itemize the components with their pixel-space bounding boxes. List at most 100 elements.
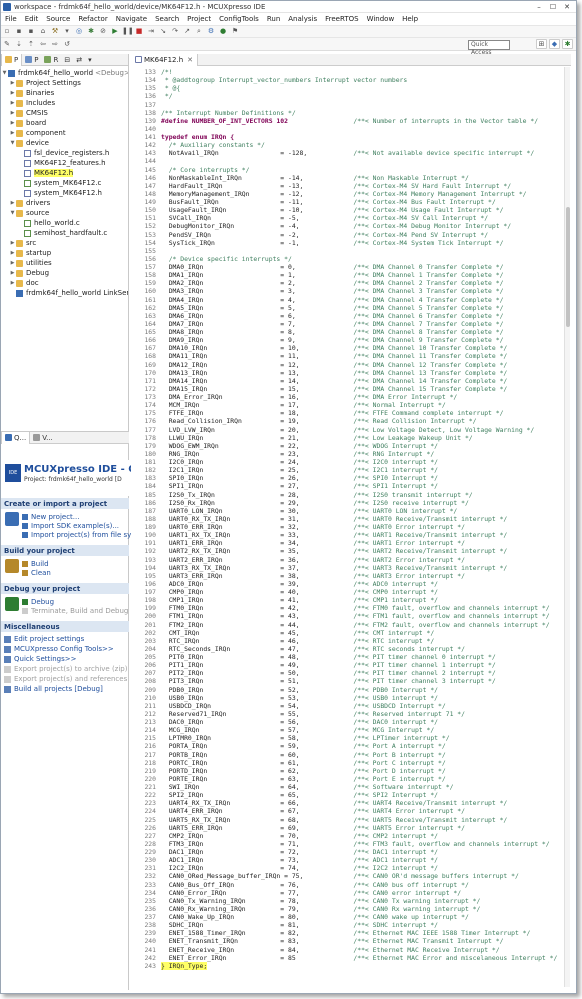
misc-item[interactable]: Quick Settings>> xyxy=(1,654,129,664)
close-tab-icon[interactable]: ✕ xyxy=(187,56,193,64)
view-menu-icon[interactable]: ▾ xyxy=(85,56,95,64)
section-header[interactable]: Create or import a project xyxy=(1,498,129,509)
new-icon[interactable]: ▫ xyxy=(2,27,12,36)
tree-item[interactable]: ▶ Project Settings xyxy=(1,78,128,88)
close-button[interactable]: ✕ xyxy=(560,2,574,12)
open-perspective-icon[interactable]: ⊞ xyxy=(536,39,547,49)
tree-item[interactable]: system_MK64F12.h xyxy=(1,188,128,198)
expand-icon[interactable]: ▼ xyxy=(9,140,16,146)
menu-item-analysis[interactable]: Analysis xyxy=(284,15,321,23)
search-icon[interactable]: ⌕ xyxy=(194,27,204,36)
tree-item[interactable]: semihost_hardfault.c xyxy=(1,228,128,238)
config-tools-icon[interactable]: ⚙ xyxy=(206,27,216,36)
step-return-icon[interactable]: ↗ xyxy=(182,27,192,36)
save-icon[interactable]: ▪ xyxy=(14,27,24,36)
menu-item-configtools[interactable]: ConfigTools xyxy=(215,15,263,23)
last-edit-icon[interactable]: ↺ xyxy=(62,40,72,49)
tree-item[interactable]: ▶ src xyxy=(1,238,128,248)
prev-annotation-icon[interactable]: ⇡ xyxy=(26,40,36,49)
tree-item[interactable]: frdmk64f_hello_world LinkServer xyxy=(1,288,128,298)
step-into-icon[interactable]: ↘ xyxy=(158,27,168,36)
menu-item-window[interactable]: Window xyxy=(363,15,399,23)
tree-item[interactable]: ▶ CMSIS xyxy=(1,108,128,118)
expand-icon[interactable]: ▶ xyxy=(9,270,16,276)
expand-icon[interactable]: ▶ xyxy=(9,80,16,86)
tree-item[interactable]: ▶ utilities xyxy=(1,258,128,268)
menu-item-edit[interactable]: Edit xyxy=(21,15,43,23)
tree-item[interactable]: ▶ Binaries xyxy=(1,88,128,98)
expand-icon[interactable]: ▼ xyxy=(9,210,16,216)
debug-perspective-icon[interactable]: ✱ xyxy=(562,39,573,49)
menu-item-source[interactable]: Source xyxy=(42,15,74,23)
menu-item-help[interactable]: Help xyxy=(398,15,422,23)
pin-icon[interactable]: ✎ xyxy=(2,40,12,49)
resume-icon[interactable]: ▶ xyxy=(110,27,120,36)
terminate-icon[interactable]: ■ xyxy=(134,27,144,36)
quickstart-action[interactable]: Import SDK example(s)... xyxy=(22,521,131,530)
menu-item-navigate[interactable]: Navigate xyxy=(112,15,151,23)
menu-item-refactor[interactable]: Refactor xyxy=(74,15,111,23)
tab-quickstart[interactable]: Q... xyxy=(1,431,31,444)
tree-item[interactable]: ▶ drivers xyxy=(1,198,128,208)
editor-tab[interactable]: MK64F12.h ✕ xyxy=(131,53,199,66)
tree-item[interactable]: ▶ startup xyxy=(1,248,128,258)
forward-icon[interactable]: ⇨ xyxy=(50,40,60,49)
misc-item[interactable]: Edit project settings xyxy=(1,634,129,644)
menu-item-freertos[interactable]: FreeRTOS xyxy=(321,15,362,23)
expand-icon[interactable]: ▶ xyxy=(9,90,16,96)
quickstart-action[interactable]: New project... xyxy=(22,512,131,521)
home-icon[interactable]: ⌂ xyxy=(38,27,48,36)
tree-item[interactable]: ▶ component xyxy=(1,128,128,138)
tree-item-root[interactable]: ▼ frdmk64f_hello_world <Debug> xyxy=(1,68,128,78)
tab-registers[interactable]: R xyxy=(41,56,61,64)
collapse-all-icon[interactable]: ⊟ xyxy=(61,56,73,64)
misc-item[interactable]: MCUXpresso Config Tools>> xyxy=(1,644,129,654)
tree-item[interactable]: ▶ Debug xyxy=(1,268,128,278)
menu-item-search[interactable]: Search xyxy=(151,15,183,23)
back-icon[interactable]: ⇦ xyxy=(38,40,48,49)
run-icon[interactable]: ● xyxy=(218,27,228,36)
expand-icon[interactable]: ▶ xyxy=(9,120,16,126)
build-icon[interactable]: ⚒ xyxy=(50,27,60,36)
tree-item[interactable]: MK64F12_features.h xyxy=(1,158,128,168)
build-dropdown-icon[interactable]: ▾ xyxy=(62,27,72,36)
expand-icon[interactable]: ▶ xyxy=(9,240,16,246)
skip-icon[interactable]: ⊘ xyxy=(98,27,108,36)
next-annotation-icon[interactable]: ⇣ xyxy=(14,40,24,49)
expand-icon[interactable]: ▼ xyxy=(1,70,8,76)
tree-item[interactable]: hello_world.c xyxy=(1,218,128,228)
quickstart-action[interactable]: Clean xyxy=(22,568,51,577)
section-header[interactable]: Debug your project xyxy=(1,583,129,594)
expand-icon[interactable]: ▶ xyxy=(9,110,16,116)
tree-item[interactable]: ▼ device xyxy=(1,138,128,148)
tree-item[interactable]: system_MK64F12.c xyxy=(1,178,128,188)
menu-item-run[interactable]: Run xyxy=(263,15,284,23)
save-all-icon[interactable]: ▪ xyxy=(26,27,36,36)
quickstart-action[interactable]: Build xyxy=(22,559,51,568)
debug-icon[interactable]: ✱ xyxy=(86,27,96,36)
menu-item-file[interactable]: File xyxy=(1,15,21,23)
disconnect-icon[interactable]: ⇥ xyxy=(146,27,156,36)
tree-item[interactable]: fsl_device_registers.h xyxy=(1,148,128,158)
quickstart-action[interactable]: Import project(s) from file sy xyxy=(22,530,131,539)
tab-variables[interactable]: V... xyxy=(30,434,56,442)
clean-icon[interactable]: ◎ xyxy=(74,27,84,36)
quickstart-action[interactable]: Debug xyxy=(22,597,128,606)
menu-item-project[interactable]: Project xyxy=(183,15,215,23)
expand-icon[interactable]: ▶ xyxy=(9,100,16,106)
maximize-button[interactable]: ☐ xyxy=(546,2,560,12)
editor-scrollbar[interactable] xyxy=(564,67,570,987)
tree-item[interactable]: MK64F12.h xyxy=(1,168,128,178)
expand-icon[interactable]: ▶ xyxy=(9,250,16,256)
quick-access-input[interactable]: Quick Access xyxy=(468,40,510,56)
code-area[interactable]: 133/*! 134 * @addtogroup Interrupt_vector… xyxy=(131,68,571,988)
tree-item[interactable]: ▶ Includes xyxy=(1,98,128,108)
link-editor-icon[interactable]: ⇄ xyxy=(73,56,85,64)
tab-peripherals[interactable]: P xyxy=(22,56,41,64)
misc-item[interactable]: Build all projects [Debug] xyxy=(1,684,129,694)
section-header[interactable]: Build your project xyxy=(1,545,129,556)
expand-icon[interactable]: ▶ xyxy=(9,200,16,206)
expand-icon[interactable]: ▶ xyxy=(9,280,16,286)
section-header[interactable]: Miscellaneous xyxy=(1,621,129,632)
develop-perspective-icon[interactable]: ◆ xyxy=(549,39,560,49)
